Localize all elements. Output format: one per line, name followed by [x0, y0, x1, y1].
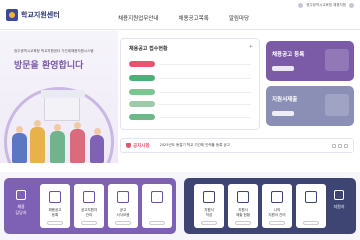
more-button[interactable]: + [249, 44, 253, 50]
nav-item-notice-board[interactable]: 알림마당 [229, 14, 249, 22]
recruiter-label: 채용 담당자 [15, 204, 27, 215]
status-badge [129, 114, 155, 120]
go-button[interactable] [149, 221, 165, 225]
checklist-icon [237, 191, 249, 203]
quick-menu-item[interactable]: 공고지원자 관리 [74, 184, 104, 228]
menu-icon [151, 191, 163, 203]
list-item[interactable] [159, 104, 251, 105]
nav-item-job-list[interactable]: 채용공고목록 [178, 14, 208, 22]
applicant-label: 지원자 [333, 204, 345, 209]
quick-menu-label: 지원서 제출 현황 [236, 208, 250, 217]
quick-menu-item[interactable]: 나의 지원서 관리 [262, 184, 292, 228]
list-item[interactable] [159, 64, 251, 65]
job-posting-register-card[interactable]: 채용공고 등록 [266, 41, 354, 81]
site-header: 학교지원센터 채용지원업무안내 채용공고목록 알림마당 광주광역시교육청 채용지… [0, 0, 360, 30]
next-icon[interactable] [344, 143, 348, 148]
quick-menu-item[interactable]: 지원서 작성 [194, 184, 224, 228]
sitemap-icon[interactable] [349, 3, 354, 8]
person-illustration [50, 124, 65, 163]
utility-bar: 광주광역시교육청 채용지원 [298, 3, 354, 8]
person-illustration [90, 128, 104, 163]
site-logo[interactable]: 학교지원센터 [6, 6, 60, 24]
person-illustration [12, 126, 27, 163]
main-nav: 채용지원업무안내 채용공고목록 알림마당 [118, 14, 249, 22]
write-icon [203, 191, 215, 203]
profile-icon [271, 191, 283, 203]
document-icon [49, 191, 61, 203]
notice-text[interactable]: 2025년도 동절기 학교 기간제 인력풀 등록 공고 [160, 143, 332, 148]
notice-controls [332, 143, 348, 148]
card-link-button[interactable] [272, 66, 294, 71]
document-illustration-icon [325, 49, 349, 71]
go-button[interactable] [235, 221, 251, 225]
nav-item-guide[interactable]: 채용지원업무안내 [118, 14, 158, 22]
utility-text[interactable]: 광주광역시교육청 채용지원 [306, 3, 346, 8]
go-button[interactable] [81, 221, 97, 225]
go-button[interactable] [115, 221, 131, 225]
submit-illustration-icon [325, 94, 349, 116]
quick-menu-section: 채용 담당자 채용공고 등록 공고지원자 관리 공고 서식모음 지원자 지원서 … [0, 172, 360, 240]
go-button[interactable] [201, 221, 217, 225]
go-button[interactable] [269, 221, 285, 225]
logo-text: 학교지원센터 [21, 11, 60, 19]
school-building-illustration [41, 90, 85, 121]
card-link-button[interactable] [272, 111, 294, 116]
card-title: 채용공고 등록 [272, 52, 305, 58]
hero-banner: 광주광역시교육청 학교지원센터 기간제채용지원시스템 방문을 환영합니다 [0, 31, 118, 163]
recruiter-icon [16, 190, 26, 200]
quick-menu-label: 나의 지원서 관리 [268, 208, 286, 217]
card-title: 지원서제출 [272, 97, 298, 103]
pause-icon[interactable] [338, 143, 342, 148]
status-badge [129, 89, 155, 95]
quick-menu-label: 공고지원자 관리 [80, 208, 98, 217]
quick-menu-label: 채용공고 등록 [48, 208, 62, 217]
list-item[interactable] [159, 78, 251, 79]
quick-menu-label: 공고 서식모음 [116, 208, 130, 217]
quick-menu-label: 지원서 작성 [204, 208, 214, 217]
folder-icon [117, 191, 129, 203]
bell-icon [126, 143, 131, 148]
menu-icon [305, 191, 317, 203]
quick-menu-item[interactable]: 채용공고 등록 [40, 184, 70, 228]
quick-menu-item[interactable] [296, 184, 326, 228]
recruitment-panel-title: 채용공고 접수현황 [129, 46, 168, 52]
list-item[interactable] [159, 92, 251, 93]
logo-mark-icon [6, 9, 18, 21]
quick-menu-item[interactable]: 공고 서식모음 [108, 184, 138, 228]
application-submit-card[interactable]: 지원서제출 [266, 86, 354, 126]
recruitment-status-panel: 채용공고 접수현황 + [120, 38, 260, 130]
list-item[interactable] [159, 117, 251, 118]
users-icon [83, 191, 95, 203]
recruiter-quick-panel: 채용 담당자 채용공고 등록 공고지원자 관리 공고 서식모음 [4, 178, 176, 234]
home-icon[interactable] [298, 3, 304, 8]
go-button[interactable] [47, 221, 63, 225]
prev-icon[interactable] [332, 143, 336, 148]
notice-bar: 공지사항 2025년도 동절기 학교 기간제 인력풀 등록 공고 [120, 138, 354, 153]
status-badge [129, 101, 155, 107]
person-illustration [30, 120, 45, 163]
applicant-icon [334, 190, 344, 200]
person-illustration [70, 122, 85, 163]
quick-menu-item[interactable] [142, 184, 172, 228]
applicant-quick-panel: 지원자 지원서 작성 지원서 제출 현황 나의 지원서 관리 [184, 178, 356, 234]
hero-welcome-text: 방문을 환영합니다 [14, 61, 84, 71]
status-badge [129, 61, 155, 67]
status-badge [129, 75, 155, 81]
hero-subtitle: 광주광역시교육청 학교지원센터 기간제채용지원시스템 [14, 49, 94, 53]
notice-label[interactable]: 공지사항 [133, 143, 150, 149]
go-button[interactable] [303, 221, 319, 225]
quick-menu-item[interactable]: 지원서 제출 현황 [228, 184, 258, 228]
